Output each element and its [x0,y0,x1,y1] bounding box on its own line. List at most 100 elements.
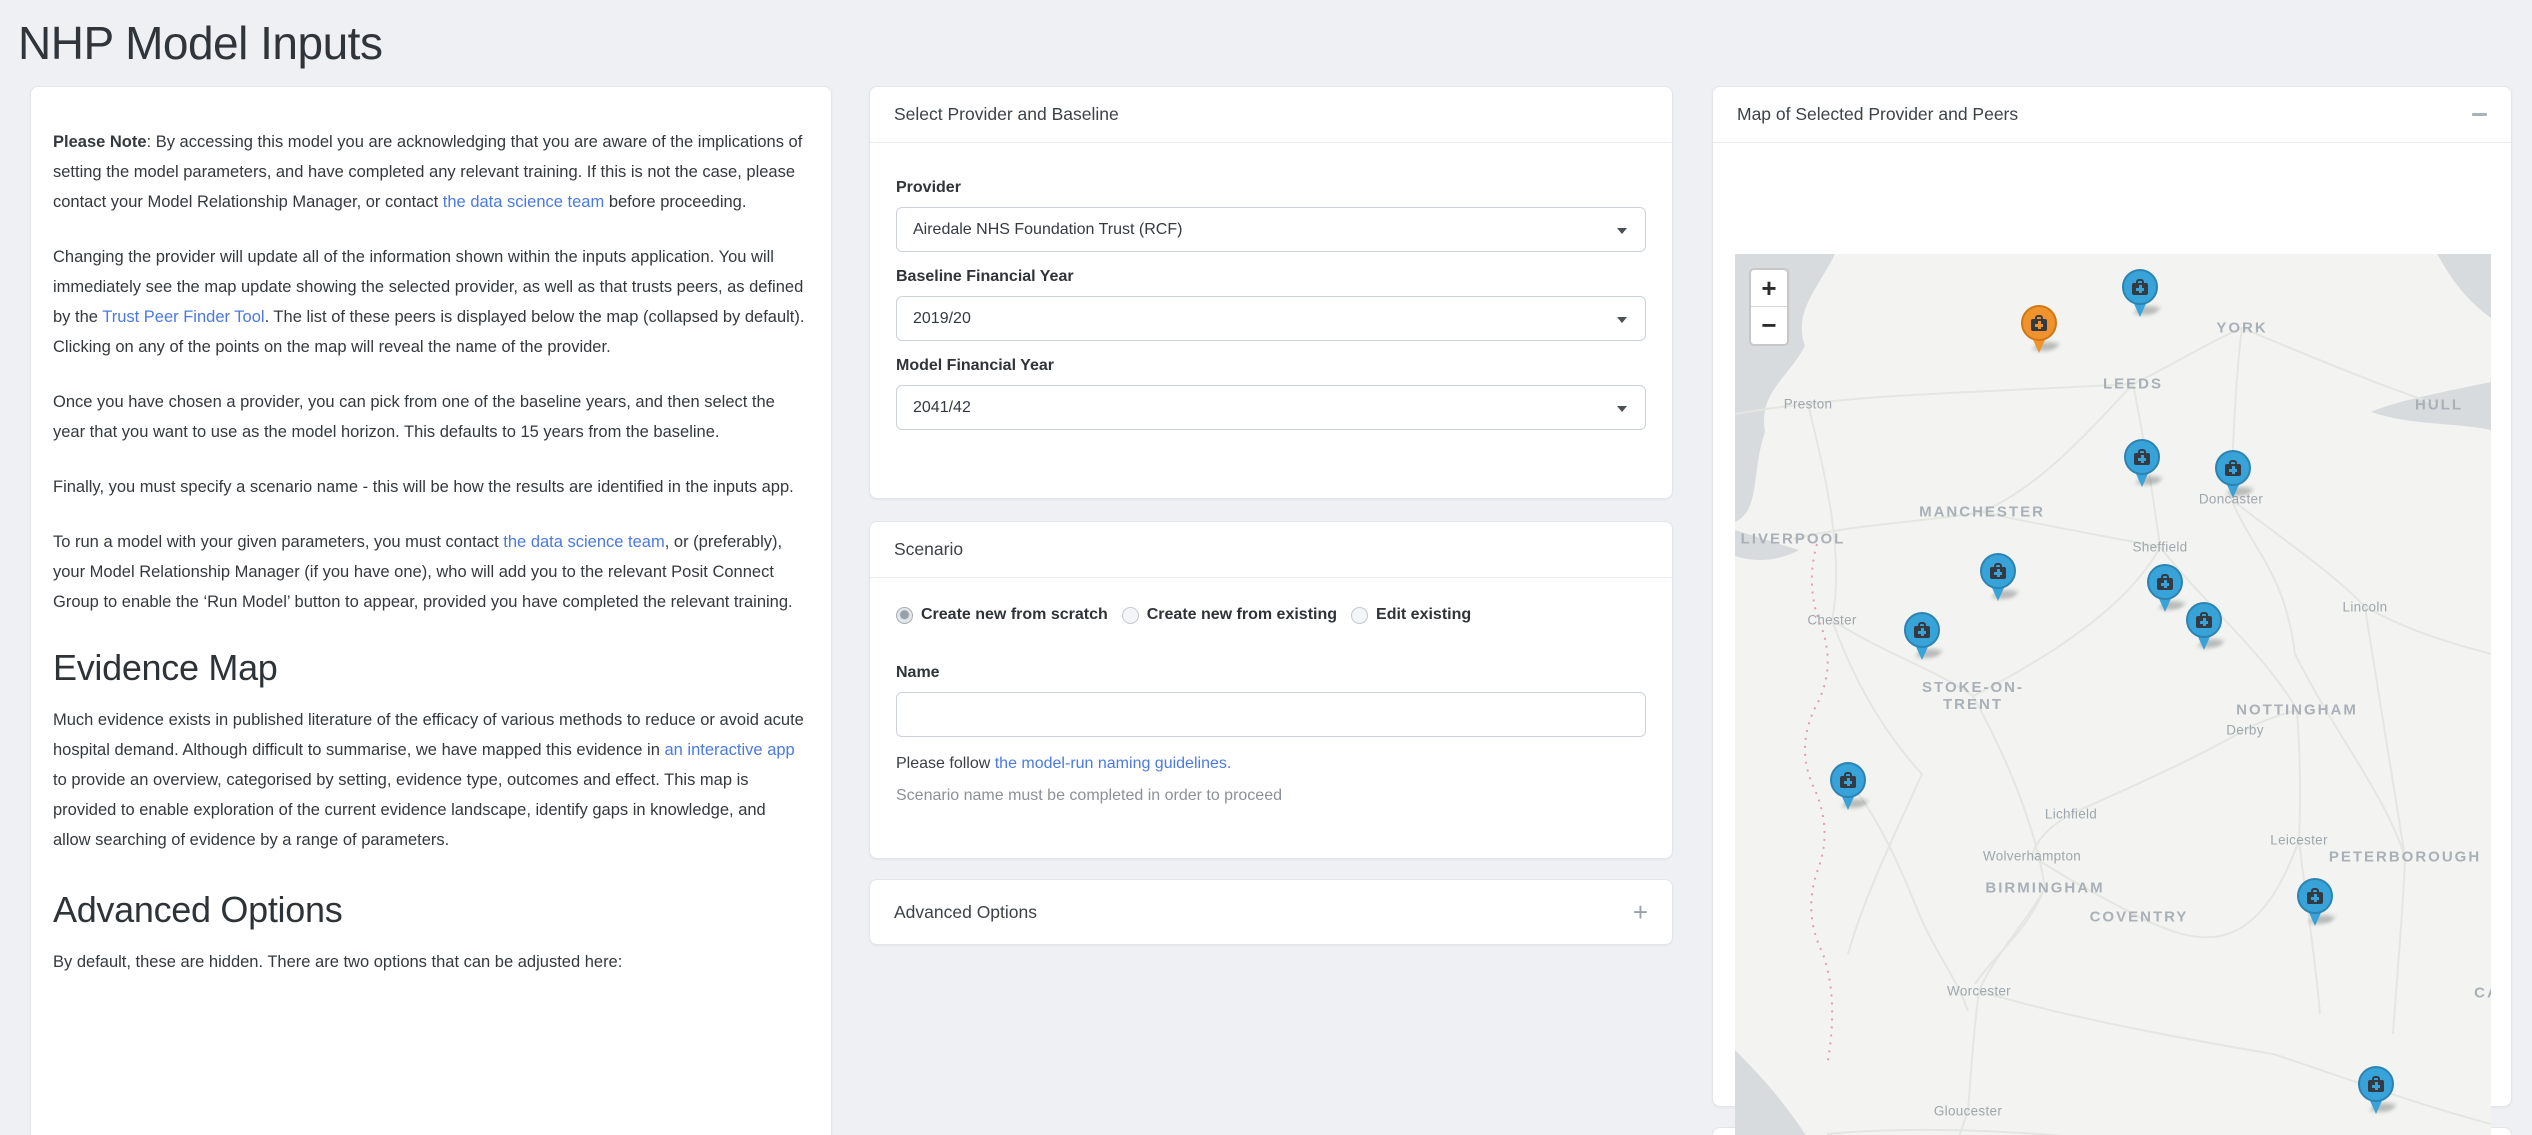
radio-button-icon[interactable] [896,607,913,624]
main-columns: Please Note: By accessing this model you… [0,86,2532,1135]
peer-provider-marker[interactable] [2147,564,2183,614]
map-city-label: Lincoln [2343,600,2388,615]
advanced-options-heading: Advanced Options [53,889,805,931]
chevron-down-icon [1617,228,1627,234]
medkit-icon [2133,449,2151,465]
marker-head[interactable] [2186,602,2222,638]
zoom-in-button[interactable]: + [1751,270,1787,307]
marker-head[interactable] [2147,564,2183,600]
map-city-label: YORK [2216,320,2267,337]
peer-provider-marker[interactable] [2358,1066,2394,1116]
radio-create-new-from-scratch[interactable]: Create new from scratch [896,606,1108,624]
map-city-label: LEEDS [2103,376,2163,393]
map-city-label: COVENTRY [2090,909,2189,926]
scenario-name-group: Name [896,664,1646,737]
data-science-team-link[interactable]: the data science team [443,193,604,211]
map-zoom-control: + − [1749,268,1789,346]
map-city-label: BIRMINGHAM [1985,880,2104,897]
intro-card: Please Note: By accessing this model you… [30,86,832,1135]
zoom-out-button[interactable]: − [1751,307,1787,344]
baseline-year-select[interactable]: 2019/20 [896,296,1646,341]
medkit-icon [2156,574,2174,590]
medkit-icon [2224,460,2242,476]
intro-paragraph-3: Once you have chosen a provider, you can… [53,387,805,447]
please-note-label: Please Note [53,133,147,151]
marker-head[interactable] [1904,612,1940,648]
map-city-label: Lichfield [2045,807,2097,822]
marker-head[interactable] [2297,878,2333,914]
trust-peer-finder-link[interactable]: Trust Peer Finder Tool [102,308,264,326]
scenario-card-header: Scenario [870,522,1672,578]
map-city-label: Worcester [1947,984,2011,999]
marker-head[interactable] [2215,450,2251,486]
radio-create-new-from-existing[interactable]: Create new from existing [1122,606,1337,624]
advanced-paragraph: By default, these are hidden. There are … [53,947,805,977]
interactive-app-link[interactable]: an interactive app [664,741,794,759]
radio-edit-existing[interactable]: Edit existing [1351,606,1471,624]
medkit-icon [2367,1076,2385,1092]
model-year-select[interactable]: 2041/42 [896,385,1646,430]
marker-head[interactable] [1830,762,1866,798]
naming-guidelines-note: Please follow the model-run naming guide… [896,755,1646,773]
advanced-options-title: Advanced Options [894,902,1037,923]
provider-select[interactable]: Airedale NHS Foundation Trust (RCF) [896,207,1646,252]
map-city-label: Chester [1807,613,1856,628]
baseline-year-label: Baseline Financial Year [896,268,1646,286]
advanced-options-header[interactable]: Advanced Options + [870,880,1672,944]
peer-provider-marker[interactable] [2215,450,2251,500]
scenario-card: Scenario Create new from scratch Create … [869,521,1673,859]
map-city-label: HULL [2415,397,2463,414]
scenario-name-warning: Scenario name must be completed in order… [896,787,1646,805]
peer-provider-marker[interactable] [2124,439,2160,489]
medkit-icon [2195,612,2213,628]
collapse-minus-icon[interactable] [2472,113,2487,116]
peer-provider-marker[interactable] [2122,269,2158,319]
marker-head[interactable] [1980,553,2016,589]
marker-head[interactable] [2358,1066,2394,1102]
map-card-header: Map of Selected Provider and Peers [1713,87,2511,143]
scenario-card-body: Create new from scratch Create new from … [870,578,1672,829]
evidence-map-heading: Evidence Map [53,647,805,689]
map-column: Map of Selected Provider and Peers [1712,86,2512,1135]
scenario-name-input[interactable] [896,692,1646,737]
medkit-icon [1839,772,1857,788]
peer-provider-marker[interactable] [1830,762,1866,812]
data-science-team-link-2[interactable]: the data science team [503,533,664,551]
marker-head[interactable] [2124,439,2160,475]
intro-paragraph-5: To run a model with your given parameter… [53,527,805,617]
intro-paragraph-4: Finally, you must specify a scenario nam… [53,472,805,502]
medkit-icon [2030,315,2048,331]
evidence-paragraph: Much evidence exists in published litera… [53,705,805,855]
naming-guidelines-link[interactable]: the model-run naming guidelines. [995,755,1232,772]
map-card: Map of Selected Provider and Peers [1712,86,2512,1107]
marker-head[interactable] [2021,305,2057,341]
selected-provider-marker[interactable] [2021,305,2057,355]
map-canvas[interactable]: + − Leaflet | © OpenStreetMap contributo… [1735,254,2491,1135]
chevron-down-icon [1617,317,1627,323]
peer-provider-marker[interactable] [1904,612,1940,662]
map-city-label: LIVERPOOL [1741,531,1846,548]
radio-button-icon[interactable] [1351,607,1368,624]
peer-provider-marker[interactable] [2297,878,2333,928]
expand-plus-icon[interactable]: + [1633,902,1648,922]
map-city-label: PETERBOROUGH [2329,849,2481,866]
map-city-label: MANCHESTER [1919,504,2045,521]
marker-head[interactable] [2122,269,2158,305]
radio-button-icon[interactable] [1122,607,1139,624]
advanced-options-card[interactable]: Advanced Options + [869,879,1673,945]
map-city-label: NOTTINGHAM [2236,702,2358,719]
map-city-label: Derby [2226,723,2264,738]
form-column: Select Provider and Baseline Provider Ai… [869,86,1673,1135]
map-city-label: STOKE-ON- TRENT [1922,679,2024,713]
peer-provider-marker[interactable] [1980,553,2016,603]
medkit-icon [2306,888,2324,904]
scenario-card-title: Scenario [894,539,963,560]
map-city-label: Gloucester [1934,1104,2002,1119]
map-card-title: Map of Selected Provider and Peers [1737,104,2018,125]
peer-provider-marker[interactable] [2186,602,2222,652]
scenario-name-label: Name [896,664,1646,682]
map-city-label: Preston [1784,397,1833,412]
intro-paragraph-2: Changing the provider will update all of… [53,242,805,362]
intro-paragraph-1: Please Note: By accessing this model you… [53,127,805,217]
provider-card-body: Provider Airedale NHS Foundation Trust (… [870,143,1672,470]
